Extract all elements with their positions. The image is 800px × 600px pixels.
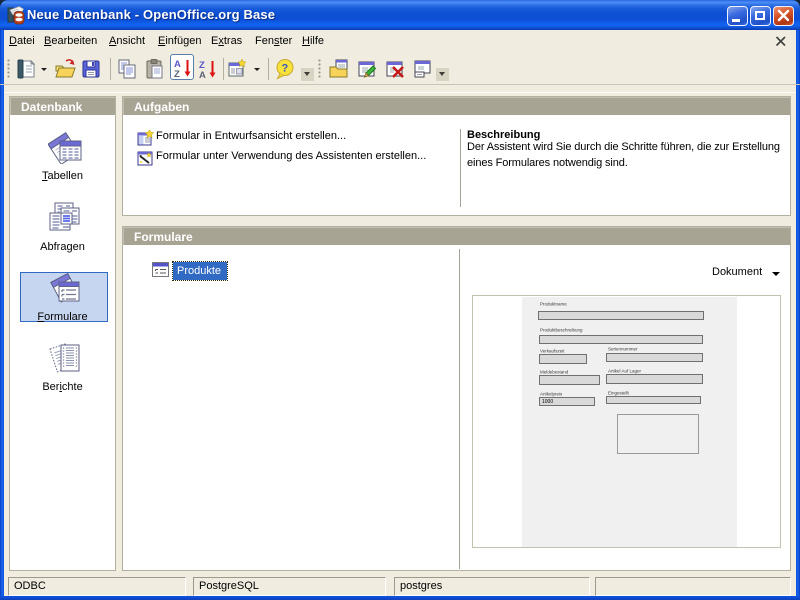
svg-text:?: ? [282, 63, 289, 75]
svg-text:A: A [199, 70, 206, 80]
svg-text:Z: Z [174, 69, 180, 79]
